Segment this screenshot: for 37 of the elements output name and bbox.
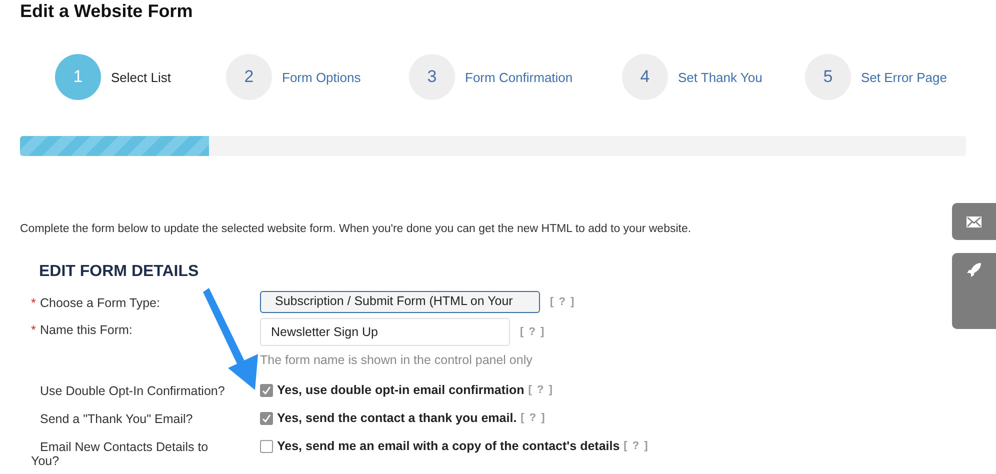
checkbox-label[interactable]: Yes, send me an email with a copy of the contact's details — [277, 439, 620, 453]
help-link[interactable]: [ ? ] — [528, 384, 554, 396]
step-number[interactable]: 5 — [805, 54, 851, 100]
field-label: Send a "Thank You" Email? — [39, 412, 194, 426]
checkbox-label[interactable]: Yes, send the contact a thank you email. — [277, 411, 517, 425]
step-number[interactable]: 4 — [622, 54, 668, 100]
help-link[interactable]: [ ? ] — [520, 412, 546, 424]
form-type-select[interactable]: Subscription / Submit Form (HTML on Your — [260, 291, 540, 313]
field-label: Name this Form: — [40, 323, 134, 337]
checkbox[interactable] — [260, 412, 273, 424]
intro-text: Complete the form below to update the selected website form. When you're done you can get the new HTML to add to your website. — [20, 223, 692, 237]
step-label[interactable]: Form Confirmation — [465, 70, 573, 84]
field-label: Email New Contacts Details to You? — [31, 440, 210, 468]
envelope-icon — [966, 216, 982, 228]
field-hint: The form name is shown in the control panel only — [260, 353, 534, 367]
step-label[interactable]: Select List — [111, 70, 171, 84]
step-label[interactable]: Form Options — [282, 70, 361, 84]
form-name-field[interactable]: Newsletter Sign Up — [260, 318, 510, 346]
required-mark: * — [31, 323, 37, 337]
required-mark: * — [31, 296, 37, 310]
checkbox[interactable] — [260, 440, 273, 452]
field-label: Choose a Form Type: — [40, 296, 161, 310]
help-link[interactable]: [ ? ] — [550, 296, 576, 308]
launch-tab[interactable] — [952, 253, 996, 329]
checkbox-label[interactable]: Yes, use double opt-in email confirmation — [277, 383, 524, 397]
help-link[interactable]: [ ? ] — [624, 440, 649, 452]
step-number[interactable]: 3 — [409, 54, 455, 100]
step-number[interactable]: 2 — [226, 54, 272, 100]
checkbox[interactable] — [260, 384, 273, 396]
help-link[interactable]: [ ? ] — [520, 326, 546, 338]
field-label: Use Double Opt-In Confirmation? — [39, 384, 226, 398]
page-title: Edit a Website Form — [19, 0, 194, 23]
step-label[interactable]: Set Error Page — [861, 70, 947, 84]
section-heading: EDIT FORM DETAILS — [39, 263, 199, 282]
rocket-icon — [966, 262, 982, 278]
step-label[interactable]: Set Thank You — [678, 70, 762, 84]
email-tab[interactable] — [952, 203, 996, 240]
